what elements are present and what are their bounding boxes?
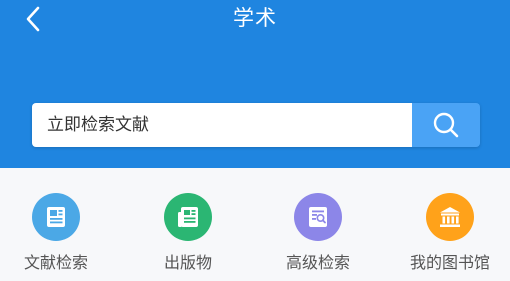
search-bar — [32, 103, 480, 147]
search-button[interactable] — [412, 103, 480, 147]
library-building-icon — [426, 193, 474, 241]
quick-link-label: 出版物 — [163, 253, 212, 272]
quick-links: 文献检索 出版物 高级检索 我的图书馆 — [0, 168, 510, 281]
document-list-icon — [32, 193, 80, 241]
quick-link-label: 高级检索 — [285, 253, 350, 272]
page-title: 学术 — [233, 6, 277, 30]
quick-link-my-library[interactable]: 我的图书馆 — [400, 193, 500, 273]
search-input[interactable] — [32, 103, 412, 147]
quick-link-label: 我的图书馆 — [409, 253, 490, 272]
quick-link-publications[interactable]: 出版物 — [138, 193, 238, 273]
quick-link-label: 文献检索 — [23, 253, 88, 272]
newspaper-icon — [164, 193, 212, 241]
advanced-search-icon — [294, 193, 342, 241]
quick-link-literature-search[interactable]: 文献检索 — [6, 193, 106, 273]
header-bar: 学术 — [0, 0, 510, 168]
quick-link-advanced-search[interactable]: 高级检索 — [268, 193, 368, 273]
search-icon — [433, 112, 459, 138]
